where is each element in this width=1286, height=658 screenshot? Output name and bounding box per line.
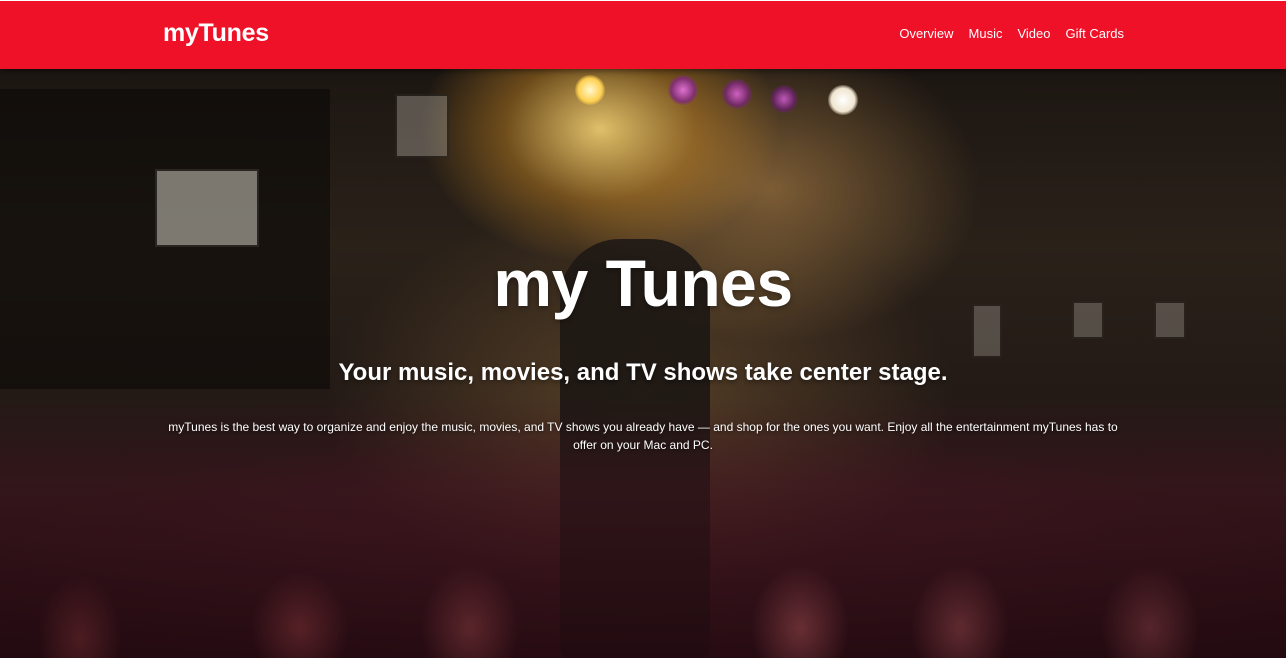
- stage-light: [722, 79, 752, 109]
- brand-logo-link[interactable]: myTunes: [163, 19, 269, 48]
- building-window: [395, 94, 449, 158]
- nav-links: Overview Music Video Gift Cards: [899, 26, 1124, 41]
- hero-title: my Tunes: [493, 246, 793, 320]
- hero-subtitle: Your music, movies, and TV shows take ce…: [338, 359, 948, 386]
- stage-light: [770, 85, 798, 113]
- nav-link-video[interactable]: Video: [1017, 26, 1050, 41]
- stage-light: [828, 85, 858, 115]
- nav-link-overview[interactable]: Overview: [899, 26, 953, 41]
- navbar: myTunes Overview Music Video Gift Cards: [0, 0, 1286, 69]
- building-window: [155, 169, 259, 247]
- nav-link-gift-cards[interactable]: Gift Cards: [1065, 26, 1124, 41]
- stage-light: [575, 75, 605, 105]
- stage-light: [668, 75, 698, 105]
- hero-description: myTunes is the best way to organize and …: [168, 420, 1118, 452]
- page: myTunes Overview Music Video Gift Cards …: [0, 0, 1286, 658]
- nav-link-music[interactable]: Music: [969, 26, 1003, 41]
- hero-section: my Tunes Your music, movies, and TV show…: [0, 69, 1286, 658]
